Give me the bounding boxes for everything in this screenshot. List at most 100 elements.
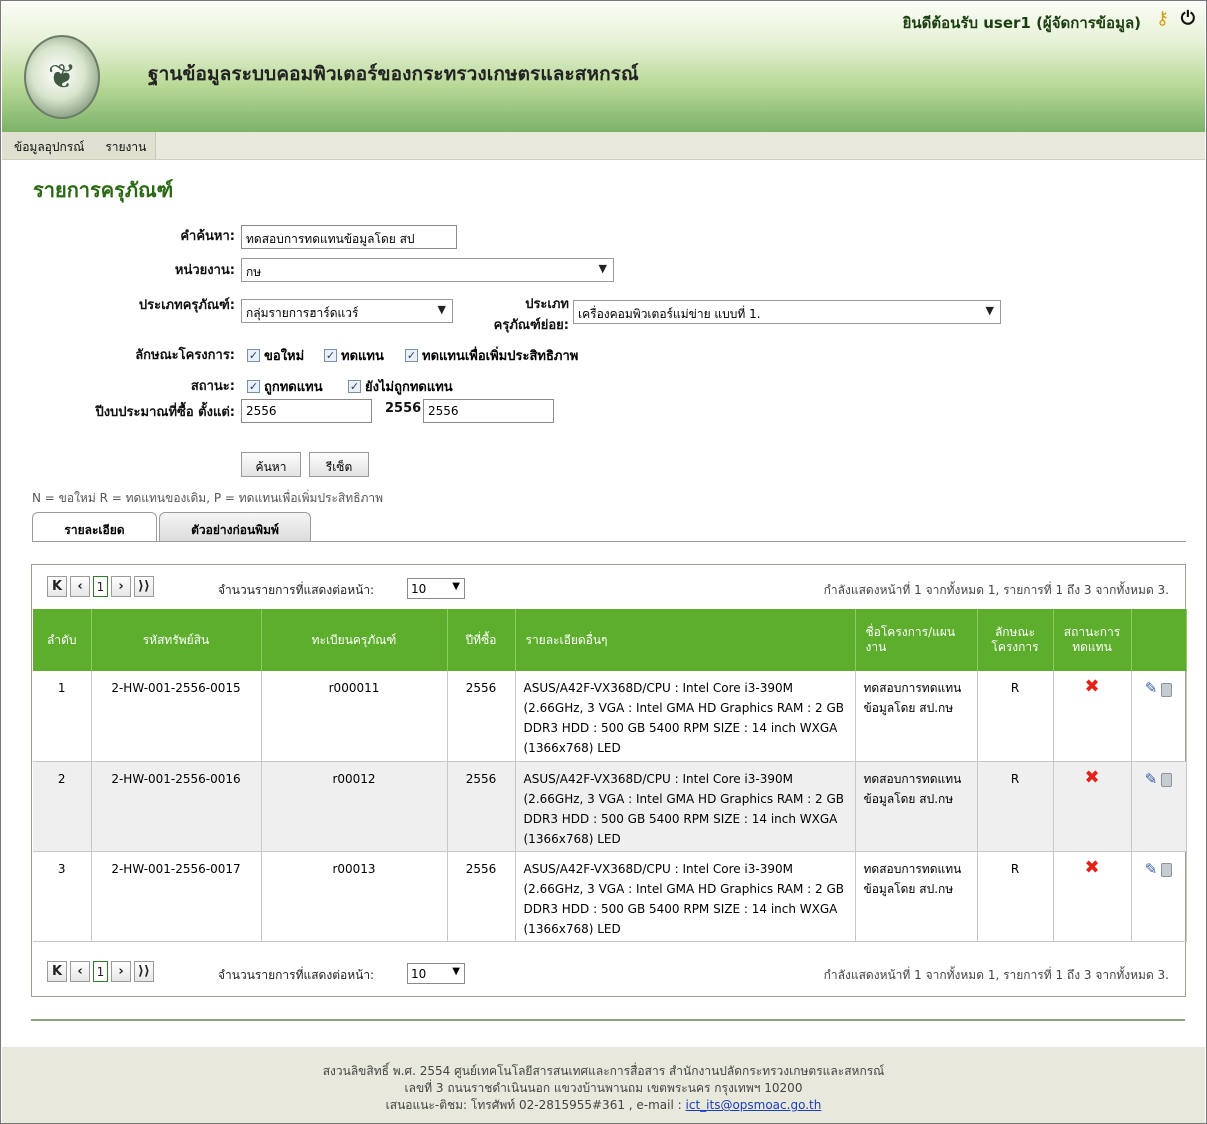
legend-note: N = ขอใหม่ R = ทดแทนของเดิม, P = ทดแทนเพ… xyxy=(32,491,384,505)
last-page-button[interactable]: ⟩⟩ xyxy=(134,576,154,597)
per-page-select[interactable]: 10 ▼ xyxy=(407,578,465,599)
pager-bottom: K ‹ 1 › ⟩⟩ xyxy=(47,961,157,982)
cell-no: 2 xyxy=(33,761,92,852)
delete-trash-icon[interactable] xyxy=(1161,773,1173,787)
status-label: สถานะ: xyxy=(190,379,235,394)
status-replaced[interactable]: ✓ ถูกทดแทน xyxy=(247,376,323,397)
project-type-improve[interactable]: ✓ ทดแทนเพื่อเพิ่มประสิทธิภาพ xyxy=(405,345,578,366)
menu-item-equipment[interactable]: ข้อมูลอุปกรณ์ xyxy=(2,132,93,159)
col-project-type: ลักษณะโครงการ xyxy=(977,609,1054,671)
per-page-select[interactable]: 10 ▼ xyxy=(407,963,465,984)
cell-year: 2556 xyxy=(447,851,516,942)
next-page-button[interactable]: › xyxy=(111,961,131,982)
menu-group: ข้อมูลอุปกรณ์ รายงาน xyxy=(2,132,157,159)
unit-select[interactable]: กษ ▼ xyxy=(241,258,614,282)
col-replace-status: สถานะการทดแทน xyxy=(1053,609,1132,671)
keyword-input[interactable]: ทดสอบการทดแทนข้อมูลโดย สป xyxy=(241,225,457,249)
page-title: รายการครุภัณฑ์ xyxy=(33,178,174,202)
not-replaced-x-icon: ✖ xyxy=(1084,856,1100,878)
not-replaced-x-icon: ✖ xyxy=(1084,766,1100,788)
next-page-button[interactable]: › xyxy=(111,576,131,597)
prev-page-button[interactable]: ‹ xyxy=(70,576,90,597)
site-header: ❦ ฐานข้อมูลระบบคอมพิวเตอร์ของกระทรวงเกษต… xyxy=(2,2,1205,132)
not-replaced-x-icon: ✖ xyxy=(1084,676,1100,697)
ministry-logo: ❦ xyxy=(24,35,100,119)
checkbox-checked-icon[interactable]: ✓ xyxy=(247,380,260,393)
footer-divider xyxy=(31,1019,1185,1021)
prev-page-button[interactable]: ‹ xyxy=(70,961,90,982)
equipment-table: ลำดับ รหัสทรัพย์สิน ทะเบียนครุภัณฑ์ ปีที… xyxy=(33,609,1187,942)
site-footer: สงวนลิขสิทธิ์ พ.ศ. 2554 ศูนย์เทคโนโลยีสา… xyxy=(2,1047,1205,1123)
cell-asset-code: 2-HW-001-2556-0017 xyxy=(91,851,262,942)
footer-contact: เสนอแนะ-ติชม: โทรศัพท์ 02-2815955#361 , … xyxy=(2,1097,1205,1114)
last-page-button[interactable]: ⟩⟩ xyxy=(134,961,154,982)
checkbox-checked-icon[interactable]: ✓ xyxy=(324,349,337,362)
cell-project: ทดสอบการทดแทนข้อมูลโดย สป.กษ xyxy=(855,761,978,852)
edit-pencil-icon[interactable]: ✎ xyxy=(1145,770,1158,788)
subtype-label: ประเภท ครุภัณฑ์ย่อย: xyxy=(461,293,569,335)
current-page[interactable]: 1 xyxy=(93,961,108,982)
cell-replace-status: ✖ xyxy=(1053,671,1132,762)
reset-button[interactable]: รีเซ็ต xyxy=(309,452,369,477)
cell-asset-code: 2-HW-001-2556-0015 xyxy=(91,671,262,762)
project-type-new-label: ขอใหม่ xyxy=(264,349,305,364)
tab-detail[interactable]: รายละเอียด xyxy=(32,512,157,542)
cell-detail: ASUS/A42F-VX368D/CPU : Intel Core i3-390… xyxy=(515,851,856,942)
key-icon[interactable]: ⚷ xyxy=(1156,8,1169,29)
first-page-button[interactable]: K xyxy=(47,961,67,982)
delete-trash-icon[interactable] xyxy=(1161,682,1173,697)
project-type-improve-label: ทดแทนเพื่อเพิ่มประสิทธิภาพ xyxy=(422,349,579,364)
search-button[interactable]: ค้นหา xyxy=(241,452,301,477)
page-info: กำลังแสดงหน้าที่ 1 จากทั้งหมด 1, รายการท… xyxy=(823,583,1169,597)
menu-bar: ข้อมูลอุปกรณ์ รายงาน xyxy=(2,132,1205,160)
year-to-input[interactable]: 2556 xyxy=(423,399,554,423)
checkbox-checked-icon[interactable]: ✓ xyxy=(348,380,361,393)
current-page[interactable]: 1 xyxy=(93,576,108,597)
unit-label: หน่วยงาน: xyxy=(174,263,235,278)
col-asset-code: รหัสทรัพย์สิน xyxy=(91,609,262,671)
subtype-select[interactable]: เครื่องคอมพิวเตอร์แม่ข่าย แบบที่ 1. ▼ xyxy=(573,300,1001,324)
project-type-new[interactable]: ✓ ขอใหม่ xyxy=(247,345,304,366)
cell-replace-status: ✖ xyxy=(1053,851,1132,942)
table-row: 1 2-HW-001-2556-0015 r000011 2556 ASUS/A… xyxy=(33,671,1187,762)
col-no: ลำดับ xyxy=(33,609,92,671)
cell-project: ทดสอบการทดแทนข้อมูลโดย สป.กษ xyxy=(855,851,978,942)
cell-no: 1 xyxy=(33,671,92,762)
cell-detail: ASUS/A42F-VX368D/CPU : Intel Core i3-390… xyxy=(515,671,856,762)
col-detail: รายละเอียดอื่นๆ xyxy=(515,609,856,671)
footer-email-link[interactable]: ict_its@opsmoac.go.th xyxy=(686,1098,822,1112)
footer-copyright: สงวนลิขสิทธิ์ พ.ศ. 2554 ศูนย์เทคโนโลยีสา… xyxy=(322,1064,885,1078)
cell-project-type: R xyxy=(977,851,1054,942)
checkbox-checked-icon[interactable]: ✓ xyxy=(405,349,418,362)
subtype-label-line2: ครุภัณฑ์ย่อย: xyxy=(493,318,569,333)
tab-print-preview[interactable]: ตัวอย่างก่อนพิมพ์ xyxy=(159,512,311,541)
chevron-down-icon: ▼ xyxy=(452,581,460,592)
edit-pencil-icon[interactable]: ✎ xyxy=(1145,679,1158,697)
status-not-replaced[interactable]: ✓ ยังไม่ถูกทดแทน xyxy=(348,376,453,397)
year-from-input[interactable]: 2556 xyxy=(241,399,372,423)
first-page-button[interactable]: K xyxy=(47,576,67,597)
power-icon[interactable]: ⏻ xyxy=(1181,8,1195,29)
cell-year: 2556 xyxy=(447,671,516,762)
cell-replace-status: ✖ xyxy=(1053,761,1132,852)
year-from-label: ปีงบประมาณที่ซื้อ ตั้งแต่: xyxy=(95,405,235,420)
site-title: ฐานข้อมูลระบบคอมพิวเตอร์ของกระทรวงเกษตรแ… xyxy=(148,63,639,85)
app-frame: ❦ ฐานข้อมูลระบบคอมพิวเตอร์ของกระทรวงเกษต… xyxy=(0,0,1207,1124)
per-page-value: 10 xyxy=(411,967,427,981)
footer-contact-text: เสนอแนะ-ติชม: โทรศัพท์ 02-2815955#361 , … xyxy=(385,1098,686,1112)
delete-trash-icon[interactable] xyxy=(1161,863,1173,877)
equipment-type-select[interactable]: กลุ่มรายการฮาร์ดแวร์ ▼ xyxy=(241,299,453,323)
cell-detail: ASUS/A42F-VX368D/CPU : Intel Core i3-390… xyxy=(515,761,856,852)
menu-item-report[interactable]: รายงาน xyxy=(93,132,155,159)
cell-reg-no: r00012 xyxy=(261,761,448,852)
unit-select-value: กษ xyxy=(246,265,262,279)
checkbox-checked-icon[interactable]: ✓ xyxy=(247,349,260,362)
status-not-replaced-label: ยังไม่ถูกทดแทน xyxy=(365,380,453,395)
edit-pencil-icon[interactable]: ✎ xyxy=(1145,860,1158,878)
project-type-replace-label: ทดแทน xyxy=(341,349,384,364)
cell-project-type: R xyxy=(977,761,1054,852)
chevron-down-icon: ▼ xyxy=(452,966,460,977)
table-header-row: ลำดับ รหัสทรัพย์สิน ทะเบียนครุภัณฑ์ ปีที… xyxy=(33,609,1187,671)
col-reg-no: ทะเบียนครุภัณฑ์ xyxy=(261,609,448,671)
project-type-replace[interactable]: ✓ ทดแทน xyxy=(324,345,384,366)
